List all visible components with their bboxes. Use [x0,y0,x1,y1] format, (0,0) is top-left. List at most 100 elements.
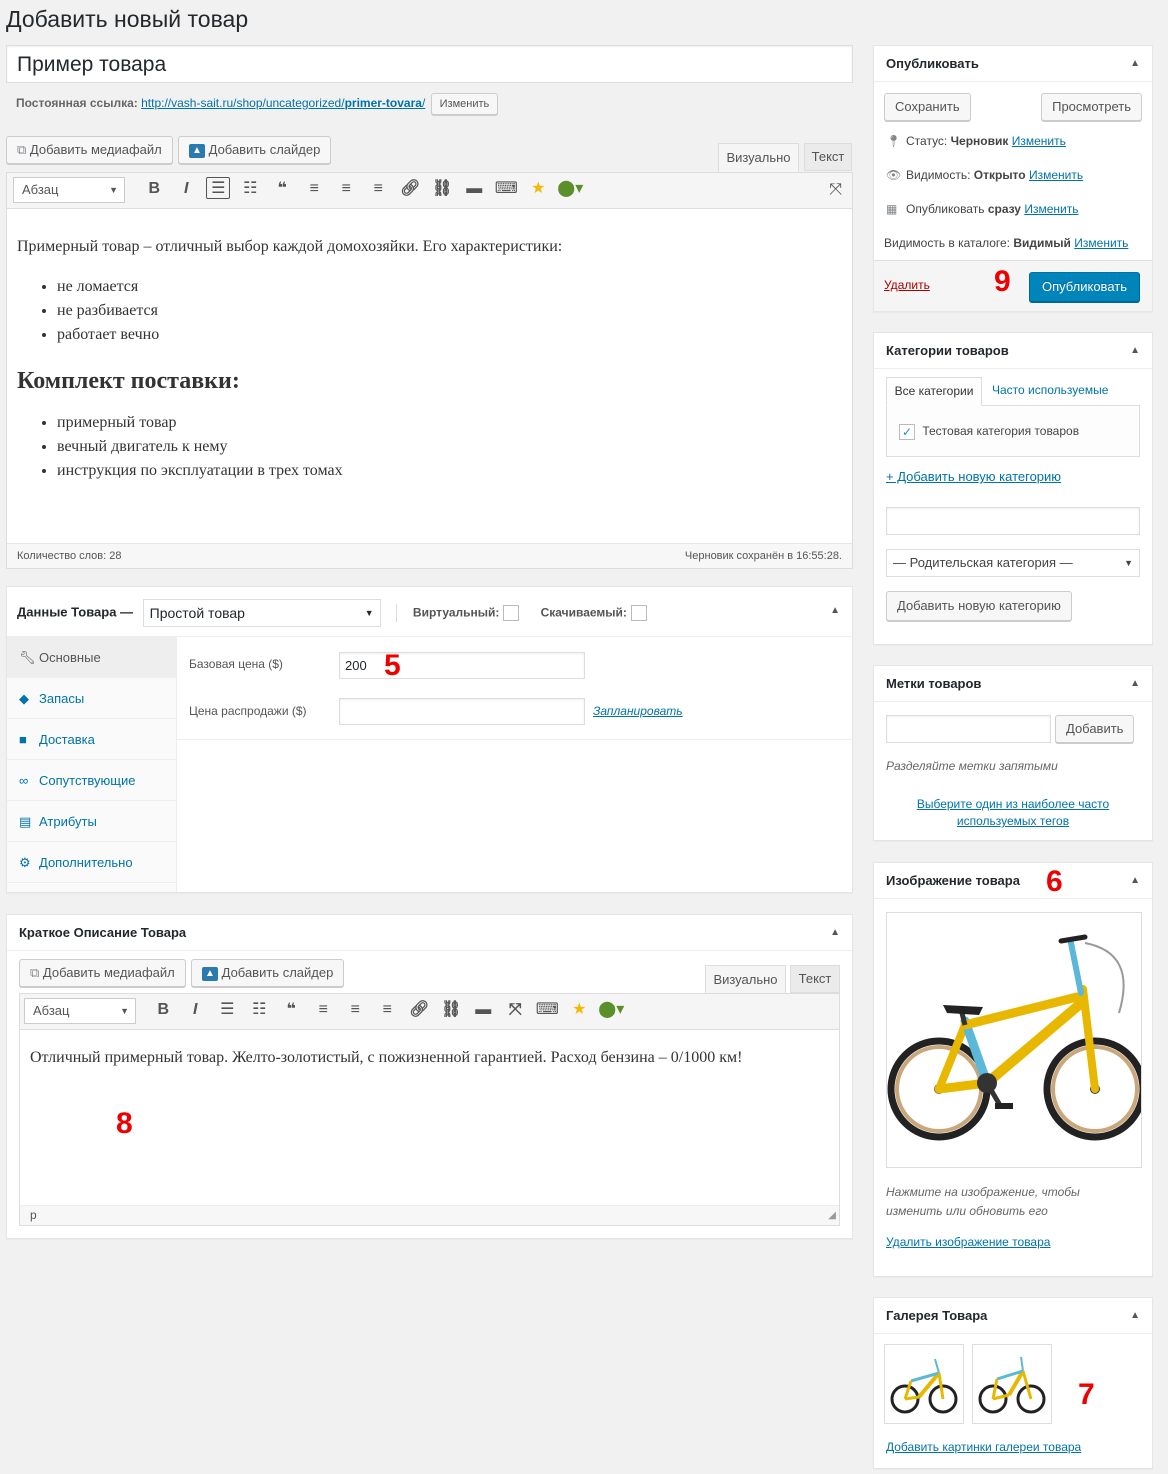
word-count: Количество слов: 28 [17,550,122,562]
add-media-button[interactable]: ⧉ Добавить медиафайл [6,136,173,164]
product-image-thumbnail[interactable] [886,912,1147,1168]
permalink-edit-button[interactable]: Изменить [430,93,499,115]
italic-icon[interactable]: I [179,1001,211,1019]
fullscreen-icon[interactable]: ⤧ [499,1001,531,1019]
product-type-select[interactable]: Простой товар ▼ [142,599,381,627]
blockquote-icon[interactable]: ❝ [266,178,298,198]
align-right-icon[interactable]: ≡ [371,1001,403,1019]
numbered-list-icon[interactable]: ☷ [243,999,275,1019]
permalink-base: http://vash-sait.ru/shop/uncategorized/ [141,96,345,110]
tab-general[interactable]: 🔧︎ Основные [7,637,176,678]
tags-box: Метки товаров ▲ Добавить Разделяйте метк… [873,665,1153,841]
editor-content[interactable]: Примерный товар – отличный выбор каждой … [7,209,852,543]
collapse-icon[interactable]: ▲ [830,605,840,616]
tab-advanced[interactable]: ⚙︎ Дополнительно [7,842,176,883]
add-slider-button[interactable]: ▲ Добавить слайдер [178,136,332,164]
numbered-list-icon[interactable]: ☷ [234,178,266,198]
collapse-icon[interactable]: ▲ [830,915,840,951]
collapse-icon[interactable]: ▲ [1130,46,1140,82]
add-category-toggle-link[interactable]: + Добавить новую категорию [886,469,1061,484]
add-slider-button[interactable]: ▲ Добавить слайдер [191,959,345,987]
catalog-visibility-edit-link[interactable]: Изменить [1074,236,1128,250]
resize-handle-icon[interactable]: ◢ [828,1207,836,1225]
format-select[interactable]: Абзац ▼ [13,177,125,203]
add-gallery-images-link[interactable]: Добавить картинки галереи товара [886,1440,1081,1454]
add-new-category-button[interactable]: Добавить новую категорию [886,591,1072,621]
collapse-icon[interactable]: ▲ [1130,1298,1140,1334]
add-slider-label: Добавить слайдер [221,965,334,980]
more-tag-icon[interactable]: ▬ [458,180,490,198]
tab-visual[interactable]: Визуально [705,965,786,994]
add-tag-button[interactable]: Добавить [1055,715,1135,743]
gallery-thumbnail[interactable] [884,1344,964,1424]
collapse-icon[interactable]: ▲ [1130,863,1140,899]
category-checkbox[interactable]: ✓ [899,424,915,440]
star-icon[interactable]: ★ [563,999,595,1019]
tab-linked[interactable]: ∞ Сопутствующие [7,760,176,801]
tab-inventory[interactable]: ◆ Запасы [7,678,176,719]
regular-price-input[interactable]: 200 [339,652,585,679]
chevron-down-icon: ▼ [1124,558,1133,568]
bold-icon[interactable]: B [147,1001,179,1019]
more-tag-icon[interactable]: ▬ [467,1001,499,1019]
new-category-input[interactable] [886,507,1140,535]
delete-link[interactable]: Удалить [884,278,930,292]
italic-icon[interactable]: I [170,180,202,198]
plugin-icon[interactable]: ⬤▾ [554,178,586,198]
blockquote-icon[interactable]: ❝ [275,999,307,1019]
post-title-input[interactable]: Пример товара [6,45,853,83]
link-icon[interactable]: 🔗︎ [403,999,435,1019]
product-image-box: Изображение товара 6 ▲ Нажмите на изобра… [873,862,1153,1277]
tab-attributes[interactable]: ▤ Атрибуты [7,801,176,842]
collapse-icon[interactable]: ▲ [1130,666,1140,702]
fullscreen-icon[interactable]: ⤧ [829,181,842,199]
choose-popular-tags-link[interactable]: Выберите один из наиболее часто использу… [904,796,1122,830]
align-left-icon[interactable]: ≡ [307,1001,339,1019]
align-left-icon[interactable]: ≡ [298,180,330,198]
tag-input[interactable] [886,715,1051,743]
permalink-link[interactable]: http://vash-sait.ru/shop/uncategorized/p… [141,96,425,110]
preview-button[interactable]: Просмотреть [1041,93,1142,121]
categories-title: Категории товаров [886,343,1009,358]
keyboard-icon[interactable]: ⌨︎ [531,999,563,1019]
keyboard-icon[interactable]: ⌨︎ [490,178,522,198]
gallery-thumbnail[interactable] [972,1344,1052,1424]
align-center-icon[interactable]: ≡ [339,1001,371,1019]
tab-all-categories[interactable]: Все категории [886,377,982,406]
remove-product-image-link[interactable]: Удалить изображение товара [886,1235,1050,1249]
tab-text[interactable]: Текст [790,965,840,993]
status-edit-link[interactable]: Изменить [1012,134,1066,148]
parent-category-select[interactable]: — Родительская категория — ▼ [886,549,1140,577]
unlink-icon[interactable]: ⛓︎ [435,999,467,1019]
downloadable-checkbox[interactable] [630,605,647,621]
editor-toolbar: Абзац ▼ B I ☰ ☷ ❝ ≡ ≡ ≡ 🔗︎ ⛓︎ ▬ ⌨︎ ★ ⬤▾ ⤧ [7,173,852,209]
bold-icon[interactable]: B [138,180,170,198]
tab-popular-categories[interactable]: Часто используемые [992,383,1108,397]
tab-visual[interactable]: Визуально [718,143,799,173]
collapse-icon[interactable]: ▲ [1130,333,1140,369]
add-media-label: Добавить медиафайл [42,965,175,980]
chevron-down-icon: ▼ [120,1006,129,1016]
star-icon[interactable]: ★ [522,178,554,198]
bullet-list-icon[interactable]: ☰ [206,177,231,200]
schedule-edit-link[interactable]: Изменить [1024,202,1078,216]
align-right-icon[interactable]: ≡ [362,180,394,198]
save-draft-button[interactable]: Сохранить [884,93,971,121]
align-center-icon[interactable]: ≡ [330,180,362,198]
unlink-icon[interactable]: ⛓︎ [426,178,458,198]
format-select[interactable]: Абзац ▼ [24,998,136,1024]
sale-price-input[interactable] [339,698,585,725]
permalink-label: Постоянная ссылка: [16,96,138,110]
visibility-edit-link[interactable]: Изменить [1029,168,1083,182]
virtual-checkbox[interactable] [503,605,519,621]
bullet-list-icon[interactable]: ☰ [211,999,243,1019]
link-icon[interactable]: 🔗︎ [394,178,426,198]
plugin-icon[interactable]: ⬤▾ [595,999,627,1019]
add-media-button[interactable]: ⧉ Добавить медиафайл [19,959,186,987]
schedule-link[interactable]: Запланировать [593,704,683,718]
tab-shipping[interactable]: ■ Доставка [7,719,176,760]
short-editor-content[interactable]: Отличный примерный товар. Желто-золотист… [20,1030,839,1206]
publish-button[interactable]: Опубликовать [1028,272,1140,302]
tags-header: Метки товаров ▲ [874,666,1152,702]
tab-text[interactable]: Текст [804,143,852,171]
